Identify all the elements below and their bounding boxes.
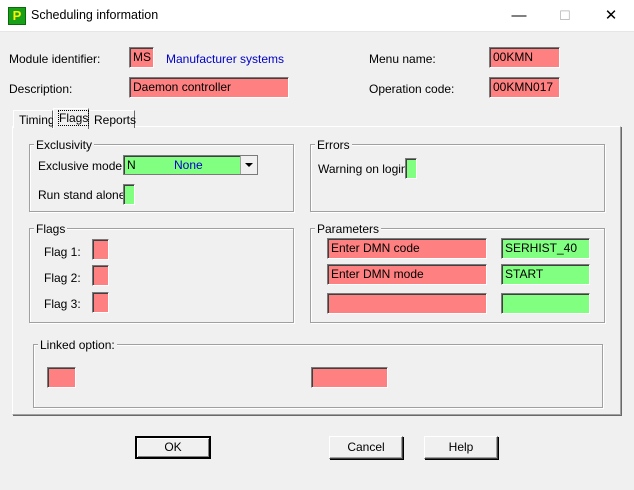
cancel-button[interactable]: Cancel <box>329 436 403 459</box>
dropdown-arrow-icon <box>245 163 253 167</box>
parameter-2-value-field[interactable]: START <box>501 264 590 285</box>
warning-on-login-field[interactable] <box>405 158 417 179</box>
module-identifier-label: Module identifier: <box>9 52 101 66</box>
parameter-3-name-field[interactable] <box>327 293 487 314</box>
flag-3-label: Flag 3: <box>44 297 81 311</box>
help-button[interactable]: Help <box>424 436 498 459</box>
flag-3-field[interactable] <box>92 292 109 313</box>
flag-2-field[interactable] <box>92 265 109 286</box>
operation-code-label: Operation code: <box>369 82 455 96</box>
description-label: Description: <box>9 82 73 96</box>
exclusive-mode-text: None <box>174 158 203 172</box>
flag-1-label: Flag 1: <box>44 245 81 259</box>
linked-option-group-title: Linked option: <box>38 338 117 352</box>
flag-1-field[interactable] <box>92 239 109 260</box>
module-name-text: Manufacturer systems <box>166 52 285 66</box>
close-icon[interactable]: ✕ <box>588 0 634 31</box>
parameter-1-name-field[interactable]: Enter DMN code <box>327 238 487 259</box>
run-stand-alone-label: Run stand alone: <box>38 188 129 202</box>
errors-group-title: Errors <box>315 138 352 152</box>
dropdown-button[interactable] <box>240 156 257 174</box>
flag-2-label: Flag 2: <box>44 271 81 285</box>
title-bar: P Scheduling information — ☐ ✕ <box>0 0 634 32</box>
module-identifier-field[interactable]: MS <box>129 47 154 68</box>
linked-option-code-field[interactable] <box>47 367 76 388</box>
tab-timing[interactable]: Timing <box>13 110 55 128</box>
parameter-1-value-field[interactable]: SERHIST_40 <box>501 238 590 259</box>
menu-name-label: Menu name: <box>369 52 436 66</box>
ok-button[interactable]: OK <box>135 436 211 459</box>
flags-group-title: Flags <box>34 222 68 236</box>
parameters-group-title: Parameters <box>315 222 382 236</box>
run-stand-alone-field[interactable] <box>123 184 135 205</box>
exclusivity-group-title: Exclusivity <box>34 138 95 152</box>
exclusive-mode-label: Exclusive mode: <box>38 159 126 173</box>
errors-group <box>310 144 605 212</box>
menu-name-field[interactable]: 00KMN <box>489 47 560 68</box>
tab-flags[interactable]: Flags <box>53 108 90 129</box>
linked-option-name-field[interactable] <box>311 367 388 388</box>
exclusive-mode-select[interactable]: N None <box>123 155 258 175</box>
description-field[interactable]: Daemon controller <box>129 77 289 98</box>
parameter-2-name-field[interactable]: Enter DMN mode <box>327 264 487 285</box>
minimize-icon[interactable]: — <box>496 0 542 31</box>
parameter-3-value-field[interactable] <box>501 293 590 314</box>
maximize-icon[interactable]: ☐ <box>542 0 588 31</box>
exclusive-mode-code: N <box>127 158 136 172</box>
warning-on-login-label: Warning on login: <box>318 162 411 176</box>
window-title: Scheduling information <box>31 8 159 22</box>
operation-code-field[interactable]: 00KMN017 <box>489 77 560 98</box>
tab-reports[interactable]: Reports <box>88 110 136 128</box>
tab-flags-label: Flags <box>57 110 90 126</box>
app-p-icon: P <box>8 7 26 25</box>
